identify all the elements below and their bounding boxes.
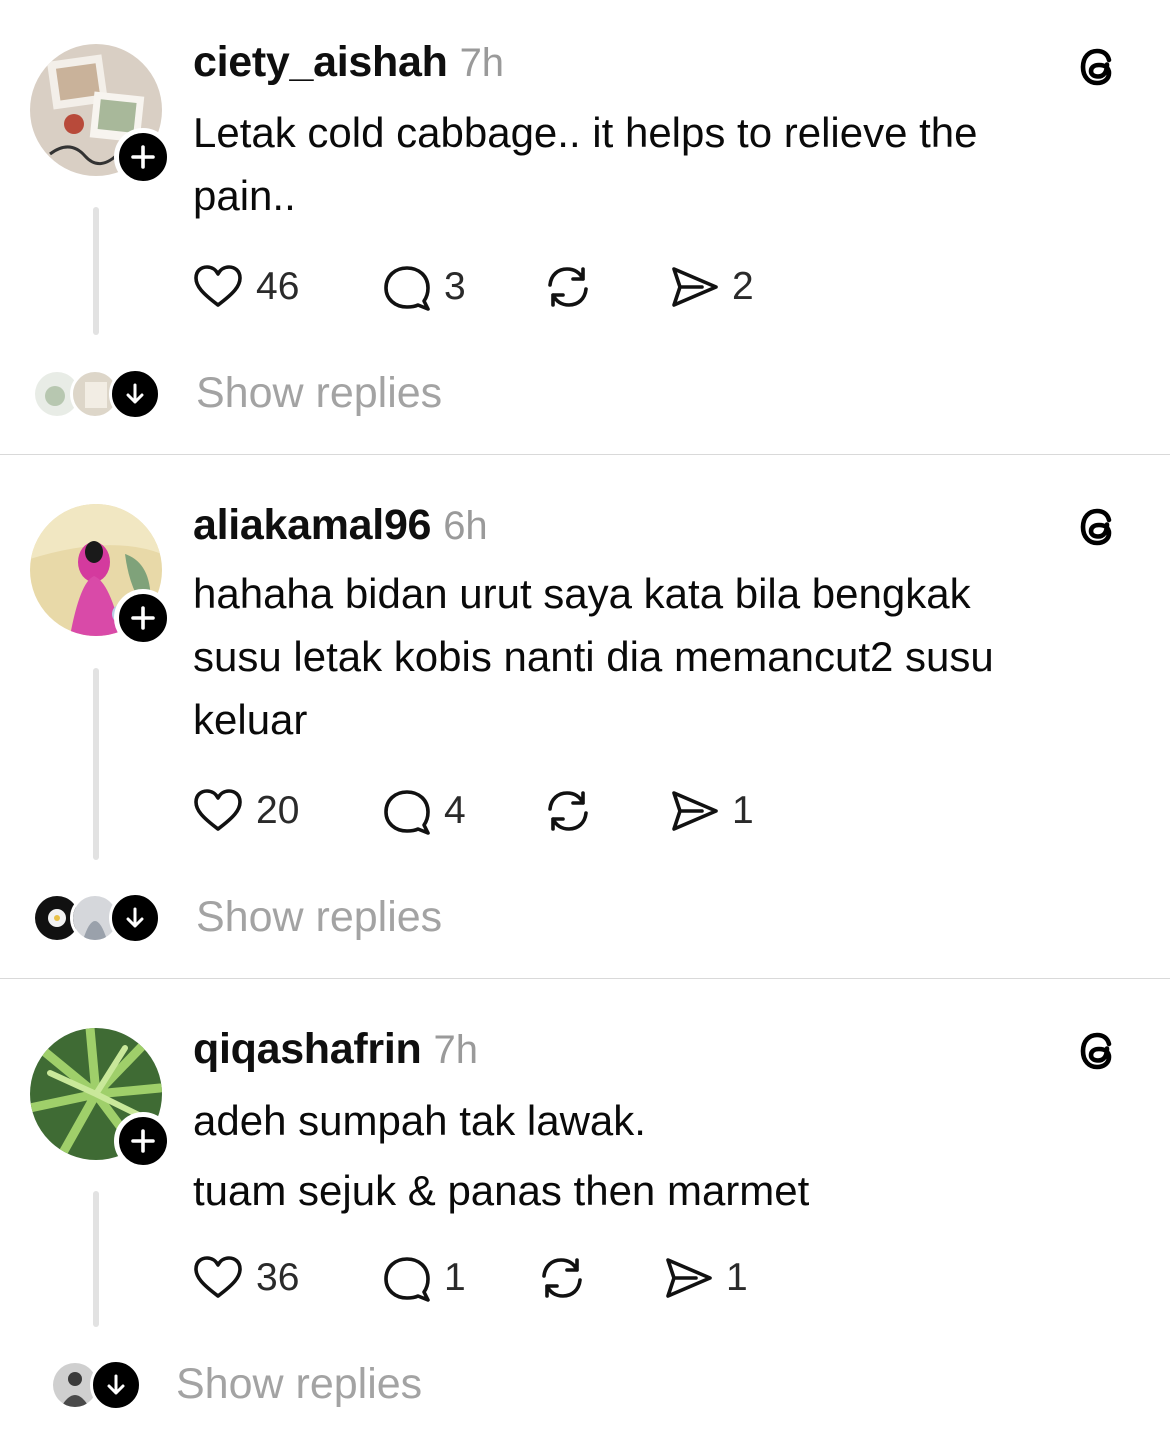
post-text-line: adeh sumpah tak lawak. [193, 1097, 646, 1144]
comment-button[interactable]: 4 [378, 783, 466, 839]
send-icon [672, 267, 718, 307]
follow-button[interactable] [114, 1112, 172, 1170]
timestamp: 6h [443, 504, 488, 548]
post-header: aliakamal96 6h [193, 501, 488, 550]
heart-icon [194, 789, 242, 831]
post-text: adeh sumpah tak lawak. tuam sejuk & pana… [193, 1086, 809, 1226]
comment-count: 4 [444, 789, 466, 832]
share-button[interactable]: 1 [660, 1250, 748, 1306]
threads-logo-icon[interactable] [1070, 1024, 1124, 1078]
post-text: hahaha bidan urut saya kata bila bengkak… [193, 562, 994, 751]
comment-button[interactable]: 3 [378, 259, 466, 315]
like-button[interactable]: 20 [190, 783, 299, 839]
username[interactable]: qiqashafrin [193, 1025, 422, 1074]
comment-button[interactable]: 1 [378, 1250, 466, 1306]
share-button[interactable]: 1 [666, 783, 754, 839]
post-text: Letak cold cabbage.. it helps to relieve… [193, 101, 978, 227]
repost-button[interactable] [540, 783, 596, 839]
repost-icon [548, 267, 588, 307]
post-text-line: tuam sejuk & panas then marmet [193, 1167, 810, 1214]
send-icon [672, 791, 718, 831]
repost-button[interactable] [540, 259, 596, 315]
plus-icon [131, 606, 155, 630]
follow-button[interactable] [114, 589, 172, 647]
post-text-line: hahaha bidan urut saya kata bila bengkak [193, 570, 971, 617]
timestamp: 7h [459, 41, 505, 85]
timestamp: 7h [433, 1028, 478, 1072]
post-text-line: susu letak kobis nanti dia memancut2 sus… [193, 633, 994, 680]
comment-bubble-icon [384, 790, 430, 835]
comment-count: 3 [444, 265, 466, 308]
thread-line [93, 668, 99, 860]
plus-icon [131, 145, 155, 169]
expand-replies-button[interactable] [109, 368, 161, 420]
thread-line [93, 1191, 99, 1327]
thread-line [93, 207, 99, 335]
arrow-down-icon [126, 907, 144, 928]
show-replies-link[interactable]: Show replies [196, 369, 442, 418]
comment-count: 1 [444, 1256, 466, 1299]
post-text-line: Letak cold cabbage.. it helps to relieve… [193, 109, 978, 156]
show-replies-row[interactable]: Show replies [0, 889, 1170, 949]
repost-button[interactable] [534, 1250, 590, 1306]
arrow-down-icon [107, 1374, 125, 1395]
post-divider [0, 978, 1170, 979]
expand-replies-button[interactable] [109, 892, 161, 944]
like-button[interactable]: 46 [190, 259, 299, 315]
comment-bubble-icon [384, 266, 430, 311]
comment-bubble-icon [384, 1257, 430, 1302]
repost-icon [548, 791, 588, 831]
show-replies-row[interactable]: Show replies [0, 1356, 1170, 1416]
heart-icon [194, 265, 242, 307]
expand-replies-button[interactable] [90, 1359, 142, 1411]
show-replies-link[interactable]: Show replies [176, 1360, 422, 1409]
post-text-line: keluar [193, 696, 308, 743]
heart-icon [194, 1256, 242, 1298]
plus-icon [131, 1129, 155, 1153]
share-button[interactable]: 2 [666, 259, 754, 315]
like-count: 46 [256, 265, 300, 308]
send-icon [666, 1258, 712, 1298]
post-header: qiqashafrin 7h [193, 1025, 478, 1074]
post-header: ciety_aishah 7h [193, 38, 504, 87]
post-divider [0, 454, 1170, 455]
like-button[interactable]: 36 [190, 1250, 299, 1306]
threads-logo-icon[interactable] [1070, 500, 1124, 554]
share-count: 1 [726, 1256, 748, 1299]
share-count: 1 [732, 789, 754, 832]
username[interactable]: ciety_aishah [193, 38, 448, 87]
like-count: 20 [256, 789, 300, 832]
arrow-down-icon [126, 383, 144, 404]
show-replies-row[interactable]: Show replies [0, 365, 1170, 425]
show-replies-link[interactable]: Show replies [196, 893, 442, 942]
repost-icon [542, 1258, 582, 1298]
like-count: 36 [256, 1256, 300, 1299]
share-count: 2 [732, 265, 754, 308]
threads-logo-icon[interactable] [1070, 40, 1124, 94]
post-text-line: pain.. [193, 172, 296, 219]
follow-button[interactable] [114, 128, 172, 186]
username[interactable]: aliakamal96 [193, 501, 431, 550]
